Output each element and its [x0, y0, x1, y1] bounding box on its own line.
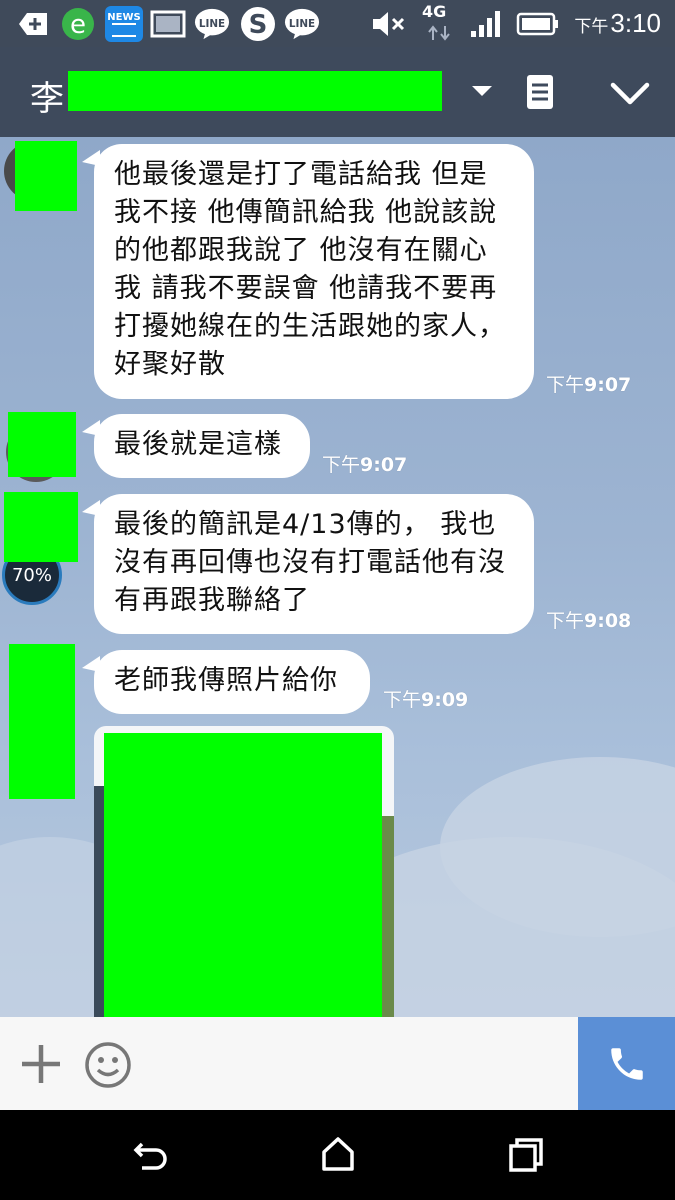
data-arrows-icon — [426, 24, 452, 46]
chat-title[interactable]: 李 — [30, 71, 64, 120]
battery-icon — [514, 6, 562, 42]
status-bar: e NEWS LINE S LINE 4G 下午3:10 — [0, 0, 675, 47]
skype-icon: S — [240, 6, 276, 42]
chat-header: 李 — [0, 47, 675, 137]
message-bubble[interactable]: 老師我傳照片給你 — [82, 650, 370, 714]
line-icon: LINE — [194, 6, 230, 42]
recent-apps-icon[interactable] — [503, 1132, 549, 1178]
message-time: 下午9:09 — [383, 689, 469, 711]
message-bubble[interactable]: 最後的簡訊是4/13傳的， 我也沒有再回傳也沒有打電話他有沒有再跟我聯絡了 — [82, 494, 534, 634]
redacted-avatar — [9, 644, 75, 799]
image-icon — [150, 6, 186, 42]
svg-text:S: S — [249, 10, 268, 40]
line-icon: LINE — [284, 6, 320, 42]
svg-text:e: e — [70, 10, 86, 40]
news-app-icon: NEWS — [105, 6, 143, 42]
svg-text:LINE: LINE — [199, 18, 225, 30]
chat-messages[interactable]: 他最後還是打了電話給我 但是我不接 他傳簡訊給我 他說該說的他都跟我說了 他沒有… — [0, 137, 675, 1017]
add-icon[interactable] — [20, 1043, 62, 1089]
home-icon[interactable] — [315, 1132, 361, 1178]
message-time: 下午9:07 — [546, 374, 632, 396]
message-bubble[interactable]: 最後就是這樣 — [82, 414, 310, 478]
redacted-avatar — [15, 141, 77, 211]
network-type: 4G — [422, 2, 447, 21]
plus-square-icon — [14, 6, 50, 42]
photo-message[interactable] — [94, 726, 394, 1017]
message-input-bar — [0, 1017, 675, 1110]
redacted-photo — [104, 733, 382, 1017]
ie-browser-icon: e — [60, 6, 96, 42]
redacted-avatar — [8, 412, 76, 477]
message-bubble[interactable]: 他最後還是打了電話給我 但是我不接 他傳簡訊給我 他說該說的他都跟我說了 他沒有… — [82, 144, 534, 399]
message-time: 下午9:08 — [546, 610, 632, 632]
system-nav-bar — [0, 1110, 675, 1200]
message-time: 下午9:07 — [322, 454, 408, 476]
redacted-avatar — [4, 492, 78, 562]
phone-icon — [606, 1043, 648, 1089]
notes-icon[interactable] — [524, 73, 556, 115]
mute-icon — [370, 6, 406, 42]
call-button[interactable] — [578, 1017, 675, 1110]
redacted-name — [68, 71, 442, 111]
clock: 下午3:10 — [574, 8, 661, 38]
dropdown-arrow-icon[interactable] — [470, 83, 494, 102]
collapse-chevron-icon[interactable] — [610, 81, 650, 111]
emoji-icon[interactable] — [84, 1041, 132, 1093]
svg-text:LINE: LINE — [289, 18, 315, 30]
signal-icon — [468, 6, 504, 42]
back-icon[interactable] — [128, 1132, 174, 1178]
